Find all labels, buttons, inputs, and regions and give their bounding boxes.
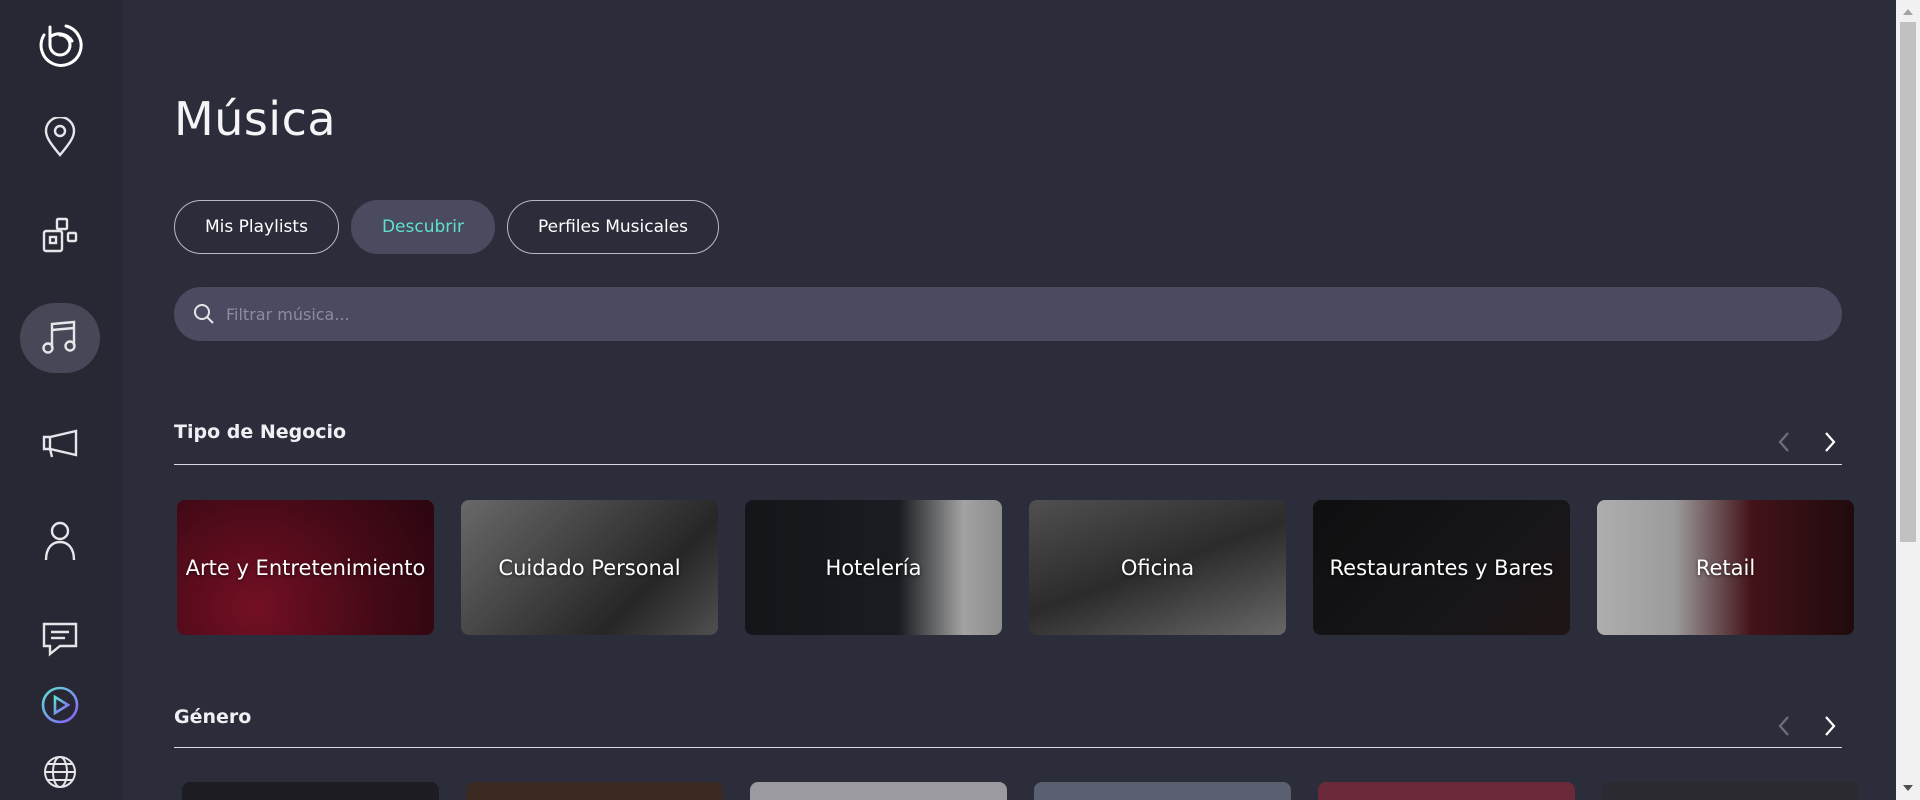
next-arrow-button[interactable] [1818,714,1842,738]
sidebar-item-locations[interactable] [20,102,100,172]
logo-button[interactable] [20,10,100,80]
tab-descubrir[interactable]: Descubrir [350,200,495,254]
genre-card[interactable] [1034,782,1291,800]
card-hoteleria[interactable]: Hotelería [745,500,1002,635]
section-title-tipo-de-negocio: Tipo de Negocio [174,421,347,443]
triangle-down-icon [1903,785,1913,791]
megaphone-icon [42,429,78,458]
card-label: Retail [1695,555,1756,580]
sidebar [0,0,123,800]
section-title-genero: Género [174,706,252,728]
card-label: Restaurantes y Bares [1329,555,1554,580]
scroll-down-button[interactable] [1896,778,1920,798]
chevron-left-icon [1778,432,1789,452]
music-note-icon [42,320,76,354]
logo-icon [39,24,83,67]
next-arrow-button[interactable] [1818,430,1842,454]
search-icon [194,304,214,324]
sidebar-item-zones[interactable] [20,200,100,270]
genre-card[interactable] [1602,782,1859,800]
scrollbar[interactable] [1896,0,1920,800]
prev-arrow-button[interactable] [1772,430,1796,454]
tab-perfiles-musicales[interactable]: Perfiles Musicales [506,200,720,254]
chevron-right-icon [1825,716,1836,736]
sidebar-item-music[interactable] [20,303,100,373]
user-icon [44,521,76,561]
sidebar-item-users[interactable] [20,506,100,576]
card-label: Arte y Entretenimiento [185,555,426,580]
card-label: Oficina [1120,555,1195,580]
genre-cards [182,782,1859,800]
sidebar-item-messages[interactable] [20,604,100,674]
chat-icon [42,622,78,657]
scrollbar-thumb[interactable] [1900,22,1916,542]
tabs: Mis Playlists Descubrir Perfiles Musical… [174,200,720,254]
card-retail[interactable]: Retail [1597,500,1854,635]
card-restaurantes-y-bares[interactable]: Restaurantes y Bares [1313,500,1570,635]
main-content: Música Mis Playlists Descubrir Perfiles … [174,0,1859,800]
section-divider [174,464,1842,465]
search-bar [174,287,1842,341]
card-cuidado-personal[interactable]: Cuidado Personal [461,500,718,635]
section-divider [174,747,1842,748]
globe-icon [44,756,76,788]
tab-mis-playlists[interactable]: Mis Playlists [174,200,339,254]
sidebar-item-announcements[interactable] [20,408,100,478]
chevron-right-icon [1825,432,1836,452]
scroll-up-button[interactable] [1896,2,1920,22]
card-oficina[interactable]: Oficina [1029,500,1286,635]
business-type-cards: Arte y Entretenimiento Cuidado Personal … [177,500,1854,635]
card-arte-y-entretenimiento[interactable]: Arte y Entretenimiento [177,500,434,635]
genre-card[interactable] [466,782,723,800]
section-1-nav [1772,430,1842,454]
play-circle-icon [41,686,79,724]
sidebar-item-language[interactable] [20,737,100,800]
genre-card[interactable] [750,782,1007,800]
search-input[interactable] [226,304,1726,324]
zones-icon [42,217,78,253]
chevron-left-icon [1778,716,1789,736]
prev-arrow-button[interactable] [1772,714,1796,738]
genre-card[interactable] [182,782,439,800]
card-label: Hotelería [825,555,922,580]
genre-card[interactable] [1318,782,1575,800]
page-title: Música [174,92,337,146]
triangle-up-icon [1903,9,1913,15]
sidebar-item-player[interactable] [20,670,100,740]
location-pin-icon [44,117,76,157]
section-2-nav [1772,714,1842,738]
card-label: Cuidado Personal [498,555,681,580]
